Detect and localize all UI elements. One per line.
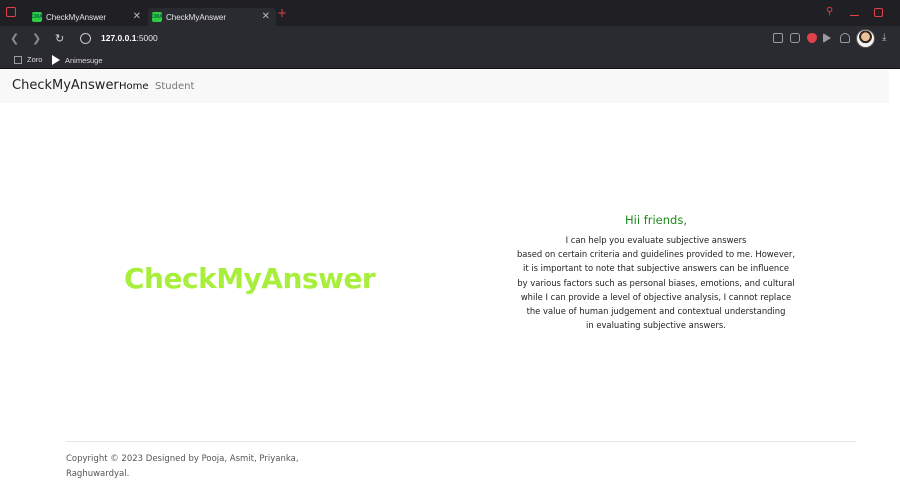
globe-icon[interactable]: [80, 33, 91, 44]
footer-copyright: Copyright © 2023 Designed by Pooja, Asmi…: [66, 454, 299, 464]
footer: Copyright © 2023 Designed by Pooja, Asmi…: [66, 452, 299, 482]
bookmark-zoro[interactable]: Zoro: [14, 55, 42, 64]
intro-line: it is important to note that subjective …: [523, 263, 789, 274]
profile-avatar[interactable]: [856, 29, 875, 48]
download-icon[interactable]: ⤓: [882, 32, 886, 43]
bookmarks-bar: Zoro Animesuge: [0, 52, 900, 69]
zoro-icon: [14, 55, 22, 64]
tab-checkmyanswer-1[interactable]: CMA CheckMyAnswer ✕: [31, 8, 147, 26]
favicon-icon: CMA: [151, 12, 163, 22]
back-arrow-icon[interactable]: ❮: [10, 32, 19, 45]
heart-icon[interactable]: [840, 33, 850, 43]
footer-authors: Raghuwardyal.: [66, 469, 130, 479]
browser-menu-icon[interactable]: [6, 7, 16, 17]
camera-icon[interactable]: [790, 33, 800, 43]
play-icon: [52, 55, 60, 65]
tab-title: CheckMyAnswer: [166, 12, 227, 22]
share-icon[interactable]: [773, 33, 783, 43]
url-field[interactable]: 127.0.0.1:5000: [101, 33, 158, 43]
search-icon[interactable]: ⚲: [826, 6, 833, 17]
hero-title: CheckMyAnswer: [124, 262, 376, 295]
nav-link-student[interactable]: Student: [155, 81, 194, 92]
url-host: 127.0.0.1: [101, 33, 137, 43]
browser-tab-bar: CMA CheckMyAnswer ✕ CMA CheckMyAnswer ✕ …: [0, 0, 900, 26]
plus-icon[interactable]: +: [277, 6, 287, 20]
url-port: :5000: [136, 33, 158, 43]
address-toolbar: ❮ ❯ ↻ 127.0.0.1:5000 ⤓: [0, 26, 900, 52]
forward-arrow-icon[interactable]: ❯: [32, 32, 41, 45]
intro-heading: Hii friends,: [625, 213, 687, 227]
intro-section: Hii friends, I can help you evaluate sub…: [500, 213, 812, 332]
intro-line: the value of human judgement and context…: [526, 306, 786, 317]
shield-icon[interactable]: [807, 33, 817, 43]
nav-link-home[interactable]: Home: [119, 81, 149, 92]
bookmark-label: Animesuge: [65, 55, 103, 65]
site-navbar: CheckMyAnswer Home Student: [0, 70, 889, 103]
navbar-brand[interactable]: CheckMyAnswer: [12, 78, 119, 93]
close-icon[interactable]: ✕: [133, 11, 141, 22]
bookmark-animesuge[interactable]: Animesuge: [52, 55, 103, 65]
close-icon[interactable]: ✕: [262, 11, 270, 22]
tab-checkmyanswer-2-active[interactable]: CMA CheckMyAnswer ✕: [148, 8, 276, 26]
intro-line: while I can provide a level of objective…: [520, 291, 792, 302]
send-icon[interactable]: [823, 33, 831, 43]
bookmark-label: Zoro: [27, 55, 43, 64]
intro-line: I can help you evaluate subjective answe…: [565, 235, 747, 245]
maximize-icon[interactable]: [874, 8, 883, 17]
favicon-icon: CMA: [31, 12, 43, 22]
footer-divider: [66, 441, 856, 442]
tab-title: CheckMyAnswer: [46, 12, 107, 22]
intro-line: based on certain criteria and guidelines…: [516, 249, 796, 260]
intro-line: by various factors such as personal bias…: [517, 277, 795, 288]
intro-line: in evaluating subjective answers.: [586, 320, 726, 331]
minimize-icon[interactable]: [850, 6, 859, 16]
reload-icon[interactable]: ↻: [55, 32, 64, 45]
